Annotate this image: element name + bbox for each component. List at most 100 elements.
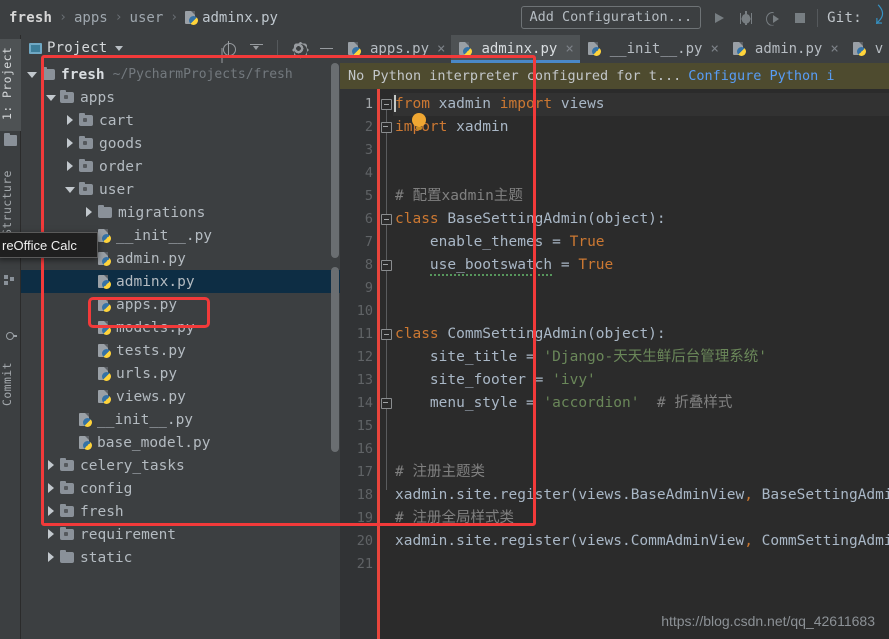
editor-tab-admin-py[interactable]: admin.py ×: [725, 35, 845, 63]
toolbar-right: Add Configuration... Git: ⤵: [520, 3, 889, 30]
fold-toggle-icon[interactable]: [381, 329, 392, 340]
code-line[interactable]: [393, 139, 889, 162]
code-folding-column[interactable]: [380, 89, 393, 639]
breadcrumb-item-user[interactable]: user: [130, 10, 164, 26]
minimize-icon[interactable]: [319, 41, 334, 56]
fold-toggle-icon[interactable]: [381, 99, 392, 110]
code-line[interactable]: [393, 300, 889, 323]
project-file-tree[interactable]: fresh ~/PycharmProjects/fresh apps cart good…: [21, 61, 340, 639]
fold-toggle-icon[interactable]: [381, 398, 392, 409]
fold-toggle-icon[interactable]: [381, 214, 392, 225]
stop-icon[interactable]: [792, 10, 808, 26]
code-line[interactable]: import xadmin: [393, 116, 889, 139]
code-line[interactable]: xadmin.site.register(views.BaseAdminView…: [393, 484, 889, 507]
intention-bulb-icon[interactable]: [412, 113, 426, 130]
chevron-down-icon[interactable]: [115, 45, 124, 51]
chevron-open-icon[interactable]: [65, 184, 76, 195]
code-line[interactable]: from xadmin import views: [393, 93, 889, 116]
code-line[interactable]: [393, 553, 889, 576]
tree-row-fresh[interactable]: fresh: [21, 500, 340, 523]
code-line[interactable]: # 配置xadmin主题: [393, 185, 889, 208]
chevron-closed-icon[interactable]: [46, 483, 57, 494]
code-editor[interactable]: 1 2 3 4 5 6 7 8 9 10 11 12 13 14 15 16 17 18 19 20 21 from x…: [340, 89, 889, 639]
close-icon[interactable]: ×: [437, 41, 445, 57]
coverage-icon[interactable]: [765, 10, 781, 26]
tree-row-static[interactable]: static: [21, 546, 340, 569]
breadcrumb-item-apps[interactable]: apps: [74, 10, 108, 26]
breadcrumb-root[interactable]: fresh: [9, 10, 52, 26]
tree-row-celery-tasks[interactable]: celery_tasks: [21, 454, 340, 477]
tree-row-fresh[interactable]: fresh ~/PycharmProjects/fresh: [21, 63, 340, 86]
breadcrumb-file[interactable]: adminx.py: [202, 10, 278, 26]
tree-row-urls-py[interactable]: urls.py: [21, 362, 340, 385]
tree-row-order[interactable]: order: [21, 155, 340, 178]
collapse-all-icon[interactable]: [249, 41, 264, 56]
tree-row-migrations[interactable]: migrations: [21, 201, 340, 224]
editor-tab-adminx-py[interactable]: adminx.py ×: [451, 35, 581, 63]
tree-row-config[interactable]: config: [21, 477, 340, 500]
code-line[interactable]: [393, 415, 889, 438]
chevron-closed-icon[interactable]: [84, 207, 95, 218]
debug-icon[interactable]: [738, 9, 755, 26]
code-text[interactable]: from xadmin import viewsimport xadmin # 配…: [393, 89, 889, 639]
code-line[interactable]: xadmin.site.register(views.CommAdminView…: [393, 530, 889, 553]
locate-icon[interactable]: [221, 40, 236, 56]
sidebar-tab-project[interactable]: 1: Project: [0, 39, 21, 131]
code-line[interactable]: # 注册主题类: [393, 461, 889, 484]
code-line[interactable]: class CommSettingAdmin(object):: [393, 323, 889, 346]
code-line[interactable]: [393, 438, 889, 461]
code-line[interactable]: class BaseSettingAdmin(object):: [393, 208, 889, 231]
tree-row-adminx-py[interactable]: adminx.py: [21, 270, 340, 293]
run-icon[interactable]: [711, 10, 727, 26]
chevron-closed-icon[interactable]: [46, 460, 57, 471]
add-configuration-button[interactable]: Add Configuration...: [520, 6, 702, 29]
chevron-open-icon[interactable]: [46, 92, 57, 103]
tree-row-base-model-py[interactable]: base_model.py: [21, 431, 340, 454]
gear-icon[interactable]: [291, 40, 306, 56]
code-line[interactable]: # 注册全局样式类: [393, 507, 889, 530]
code-line[interactable]: [393, 277, 889, 300]
project-title-dropdown[interactable]: Project: [29, 40, 124, 56]
editor-tab-strip[interactable]: apps.py × adminx.py × __init__.py × admin.py × v: [340, 35, 889, 63]
sidebar-tab-commit[interactable]: Commit: [0, 345, 21, 423]
code-line[interactable]: [393, 162, 889, 185]
code-line[interactable]: menu_style = 'accordion' # 折叠样式: [393, 392, 889, 415]
editor-tab-v[interactable]: v: [845, 35, 889, 63]
git-update-arrow-icon[interactable]: ⤵: [864, 3, 889, 29]
tree-scrollbar-lower[interactable]: [331, 267, 339, 452]
chevron-closed-icon[interactable]: [65, 161, 76, 172]
chevron-closed-icon[interactable]: [65, 115, 76, 126]
line-number: 13: [356, 372, 373, 388]
tree-row-models-py[interactable]: models.py: [21, 316, 340, 339]
code-line[interactable]: use_bootswatch = True: [393, 254, 889, 277]
tree-scrollbar[interactable]: [331, 63, 339, 258]
warning-message: No Python interpreter configured for t..…: [348, 68, 682, 84]
line-number-gutter[interactable]: 1 2 3 4 5 6 7 8 9 10 11 12 13 14 15 16 17 18 19 20 21: [340, 89, 380, 639]
configure-interpreter-link[interactable]: Configure Python i: [688, 68, 834, 84]
code-line[interactable]: site_title = 'Django-天天生鲜后台管理系统': [393, 346, 889, 369]
chevron-closed-icon[interactable]: [65, 138, 76, 149]
tree-row-tests-py[interactable]: tests.py: [21, 339, 340, 362]
tree-row-goods[interactable]: goods: [21, 132, 340, 155]
chevron-closed-icon[interactable]: [46, 529, 57, 540]
tree-row-requirement[interactable]: requirement: [21, 523, 340, 546]
tree-row-apps-py[interactable]: apps.py: [21, 293, 340, 316]
tree-row-user[interactable]: user: [21, 178, 340, 201]
tree-row-views-py[interactable]: views.py: [21, 385, 340, 408]
chevron-closed-icon[interactable]: [46, 506, 57, 517]
tree-row-apps[interactable]: apps: [21, 86, 340, 109]
close-icon[interactable]: ×: [830, 41, 838, 57]
editor-tab-apps-py[interactable]: apps.py ×: [340, 35, 451, 63]
editor-tab---init---py[interactable]: __init__.py ×: [580, 35, 725, 63]
code-line[interactable]: enable_themes = True: [393, 231, 889, 254]
tree-item-label: tests.py: [116, 342, 186, 359]
close-icon[interactable]: ×: [565, 41, 573, 57]
close-icon[interactable]: ×: [710, 41, 718, 57]
fold-toggle-icon[interactable]: [381, 260, 392, 271]
code-line[interactable]: site_footer = 'ivy': [393, 369, 889, 392]
tree-row---init---py[interactable]: __init__.py: [21, 408, 340, 431]
chevron-open-icon[interactable]: [27, 69, 38, 80]
fold-toggle-icon[interactable]: [381, 122, 392, 133]
chevron-closed-icon[interactable]: [46, 552, 57, 563]
tree-row-cart[interactable]: cart: [21, 109, 340, 132]
